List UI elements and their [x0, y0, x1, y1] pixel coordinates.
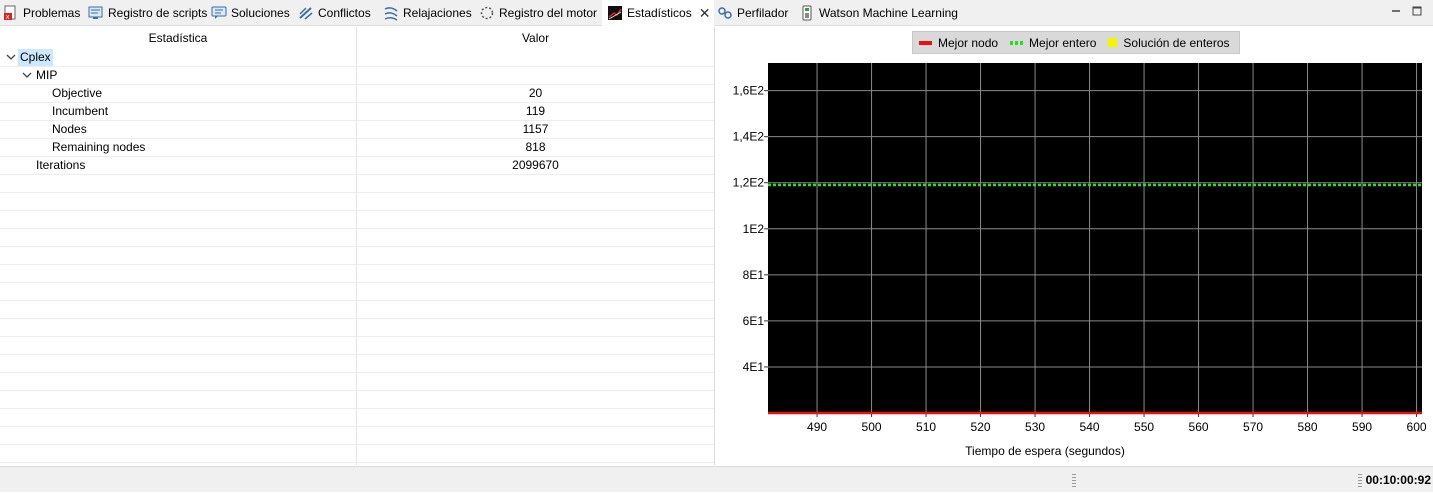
row-value: 2099670 — [512, 158, 559, 172]
engine-log-icon — [479, 5, 495, 21]
chart-pane: Mejor nodo Mejor entero Solución de ente… — [715, 27, 1433, 465]
status-grip — [1072, 474, 1076, 488]
table-row[interactable]: MIP — [0, 67, 714, 85]
tab-conflicts[interactable]: Conflictos — [298, 0, 371, 26]
row-value: 1157 — [522, 122, 549, 136]
y-tick-label: 1E2 — [743, 222, 765, 236]
table-row-empty[interactable] — [0, 265, 714, 283]
row-value: 818 — [525, 140, 546, 154]
y-tick-label: 4E1 — [743, 360, 765, 374]
x-tick-label: 580 — [1298, 420, 1318, 434]
view-tab-bar: x Problemas Registro de scripts Solucion… — [0, 0, 1433, 26]
x-tick-label: 510 — [916, 420, 936, 434]
tab-label: Registro del motor — [499, 6, 598, 20]
x-tick-label: 600 — [1407, 420, 1427, 434]
elapsed-timer: 00:10:00:92 — [1365, 473, 1431, 487]
tab-watson-ml[interactable]: Watson Machine Learning — [799, 0, 958, 26]
tab-label: Estadísticos — [627, 6, 692, 20]
status-bar: 00:10:00:92 — [0, 466, 1433, 492]
script-log-icon — [88, 5, 104, 21]
tab-script-log[interactable]: Registro de scripts — [88, 0, 207, 26]
tab-engine-log[interactable]: Registro del motor — [479, 0, 597, 26]
statistics-table: Estadística Valor Cplex MIP Objective 20… — [0, 27, 715, 465]
y-tick-label: 1,2E2 — [733, 176, 765, 190]
table-row-empty[interactable] — [0, 283, 714, 301]
tab-label: Registro de scripts — [108, 6, 208, 20]
x-tick-label: 540 — [1080, 420, 1100, 434]
tree-node-label: Objective — [52, 86, 103, 100]
y-tick-label: 1,4E2 — [733, 130, 765, 144]
watson-ml-icon — [799, 5, 815, 21]
table-row[interactable]: Iterations 2099670 — [0, 157, 714, 175]
tree-node-label: Iterations — [36, 158, 86, 172]
x-tick-label: 590 — [1352, 420, 1372, 434]
table-row-empty[interactable] — [0, 391, 714, 409]
plot-area — [768, 63, 1422, 413]
tab-label: Problemas — [23, 6, 81, 20]
x-tick-label: 500 — [862, 420, 882, 434]
tab-problems[interactable]: x Problemas — [3, 0, 80, 26]
table-row-empty[interactable] — [0, 337, 714, 355]
y-tick-label: 6E1 — [743, 314, 765, 328]
table-row-empty[interactable] — [0, 427, 714, 445]
solutions-icon — [211, 5, 227, 21]
table-row-empty[interactable] — [0, 175, 714, 193]
problems-icon: x — [3, 5, 19, 21]
table-row-empty[interactable] — [0, 301, 714, 319]
relaxations-icon — [383, 5, 399, 21]
tab-solutions[interactable]: Soluciones — [211, 0, 290, 26]
table-row[interactable]: Objective 20 — [0, 85, 714, 103]
table-row-empty[interactable] — [0, 229, 714, 247]
tab-label: Watson Machine Learning — [819, 6, 958, 20]
tree-node-label: MIP — [36, 68, 58, 82]
x-tick-label: 550 — [1134, 420, 1154, 434]
y-tick-label: 1,6E2 — [733, 84, 765, 98]
table-row[interactable]: Incumbent 119 — [0, 103, 714, 121]
minimize-icon[interactable] — [1389, 4, 1403, 18]
x-axis-label: Tiempo de espera (segundos) — [965, 444, 1125, 458]
tab-profiler[interactable]: Perfilador — [717, 0, 788, 26]
column-header-value[interactable]: Valor — [357, 27, 714, 49]
y-tick-label: 8E1 — [743, 268, 765, 282]
close-icon[interactable]: ✕ — [699, 5, 711, 22]
maximize-icon[interactable] — [1410, 4, 1424, 18]
table-row-empty[interactable] — [0, 247, 714, 265]
tree-node-label: Incumbent — [52, 104, 109, 118]
svg-text:x: x — [6, 13, 10, 21]
tab-label: Perfilador — [737, 6, 789, 20]
table-row[interactable]: Nodes 1157 — [0, 121, 714, 139]
column-header-statistic[interactable]: Estadística — [0, 27, 356, 49]
table-row-empty[interactable] — [0, 445, 714, 463]
tree-node-label: Nodes — [52, 122, 87, 136]
table-row-empty[interactable] — [0, 319, 714, 337]
tab-label: Relajaciones — [403, 6, 472, 20]
tree-node-label: Remaining nodes — [52, 140, 146, 154]
table-row[interactable]: Cplex — [0, 49, 714, 67]
statistics-icon — [607, 5, 623, 21]
table-row-empty[interactable] — [0, 193, 714, 211]
conflicts-icon — [298, 5, 314, 21]
tab-label: Conflictos — [318, 6, 371, 20]
table-row-empty[interactable] — [0, 373, 714, 391]
tab-statistics[interactable]: Estadísticos ✕ — [602, 0, 714, 26]
row-value: 119 — [525, 104, 546, 118]
progress-chart[interactable]: 490 500 510 520 530 540 550 560 570 580 590 600 4E1 6… — [715, 27, 1433, 465]
table-row[interactable]: Remaining nodes 818 — [0, 139, 714, 157]
profiler-icon — [717, 5, 733, 21]
tab-label: Soluciones — [231, 6, 290, 20]
row-value: 20 — [528, 86, 543, 100]
table-row-empty[interactable] — [0, 409, 714, 427]
tab-relaxations[interactable]: Relajaciones — [383, 0, 472, 26]
x-tick-label: 490 — [807, 420, 827, 434]
x-tick-label: 570 — [1243, 420, 1263, 434]
x-tick-label: 530 — [1025, 420, 1045, 434]
x-tick-label: 520 — [971, 420, 991, 434]
table-row-empty[interactable] — [0, 211, 714, 229]
table-row-empty[interactable] — [0, 355, 714, 373]
status-grip — [1358, 474, 1362, 488]
tree-node-label: Cplex — [18, 49, 53, 66]
x-tick-label: 560 — [1189, 420, 1209, 434]
